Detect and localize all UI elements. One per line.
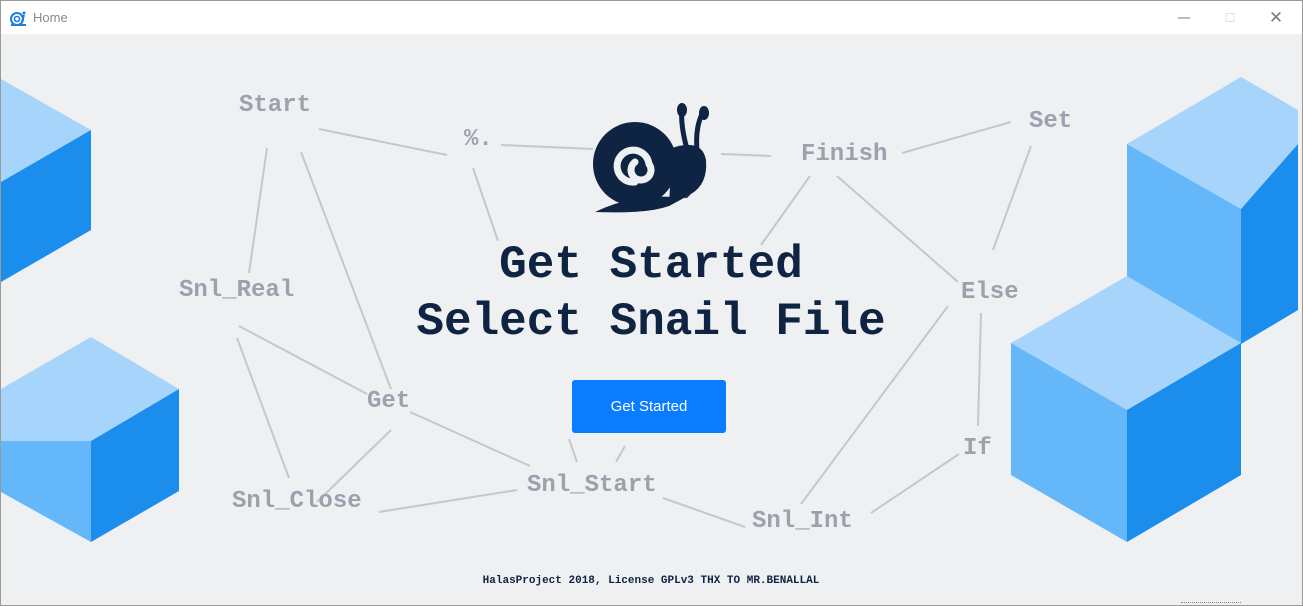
keyword-get: Get — [367, 388, 411, 415]
home-content: Start %. Finish Set Snl_Real Else Get If… — [1, 34, 1302, 605]
keyword-start: Start — [239, 92, 312, 119]
close-button[interactable]: ✕ — [1253, 1, 1299, 34]
cube-top-left — [1, 79, 91, 282]
keyword-finish: Finish — [801, 141, 888, 168]
minimize-button[interactable]: — — [1161, 1, 1207, 34]
headline-select-snail-file: Select Snail File — [416, 296, 886, 348]
app-window: Home — ☐ ✕ Start %. Finish Set Snl_Real … — [0, 0, 1303, 606]
title-bar[interactable]: Home — ☐ ✕ — [1, 1, 1302, 34]
keyword-snl-start: Snl_Start — [527, 472, 657, 499]
maximize-button[interactable]: ☐ — [1207, 1, 1253, 34]
keyword-set: Set — [1029, 108, 1073, 135]
resize-grip[interactable] — [1181, 602, 1241, 603]
keyword-snl-int: Snl_Int — [752, 508, 853, 535]
keyword-percent: %. — [464, 126, 493, 153]
app-snail-icon — [10, 11, 26, 26]
get-started-button[interactable]: Get Started — [572, 380, 726, 433]
footer-license-text: HalasProject 2018, License GPLv3 THX TO … — [482, 575, 820, 587]
headline-get-started: Get Started — [499, 239, 803, 291]
window-title: Home — [33, 10, 68, 25]
cube-bottom-left — [1, 337, 179, 542]
keyword-snl-real: Snl_Real — [179, 277, 295, 304]
snail-logo-icon — [593, 103, 709, 213]
keyword-snl-close: Snl_Close — [232, 488, 362, 515]
keyword-if: If — [963, 435, 992, 462]
